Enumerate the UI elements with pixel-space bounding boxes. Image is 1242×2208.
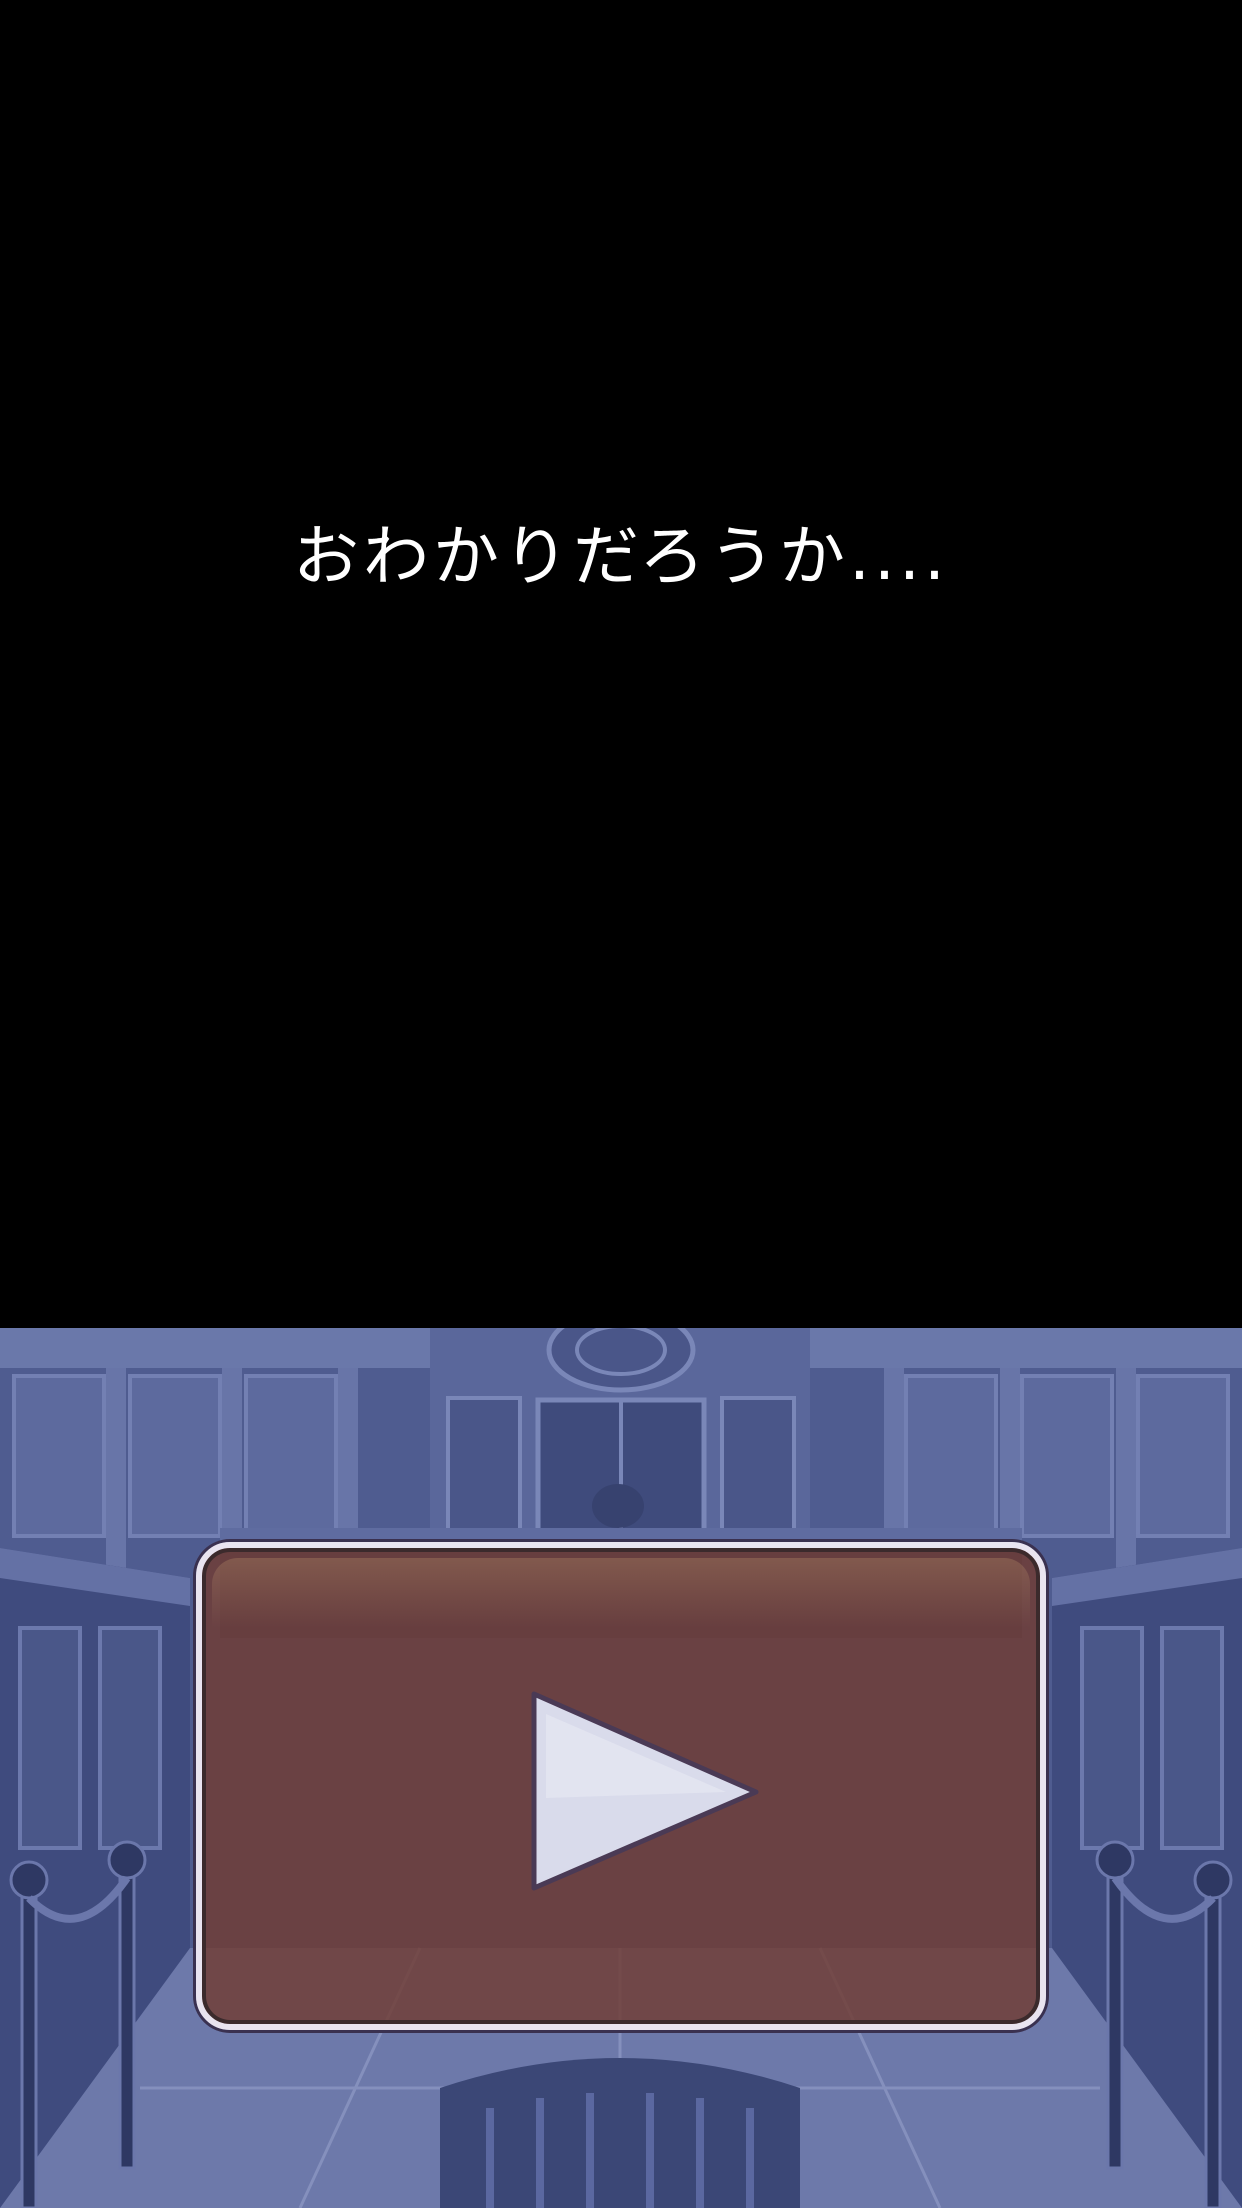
play-button[interactable]: [196, 1542, 1046, 2030]
top-screen-dialogue-area: おわかりだろうか....: [0, 0, 1242, 1328]
dialogue-text: おわかりだろうか....: [293, 518, 949, 595]
game-screen: おわかりだろうか....: [0, 0, 1242, 2208]
play-icon: [531, 1691, 759, 1891]
